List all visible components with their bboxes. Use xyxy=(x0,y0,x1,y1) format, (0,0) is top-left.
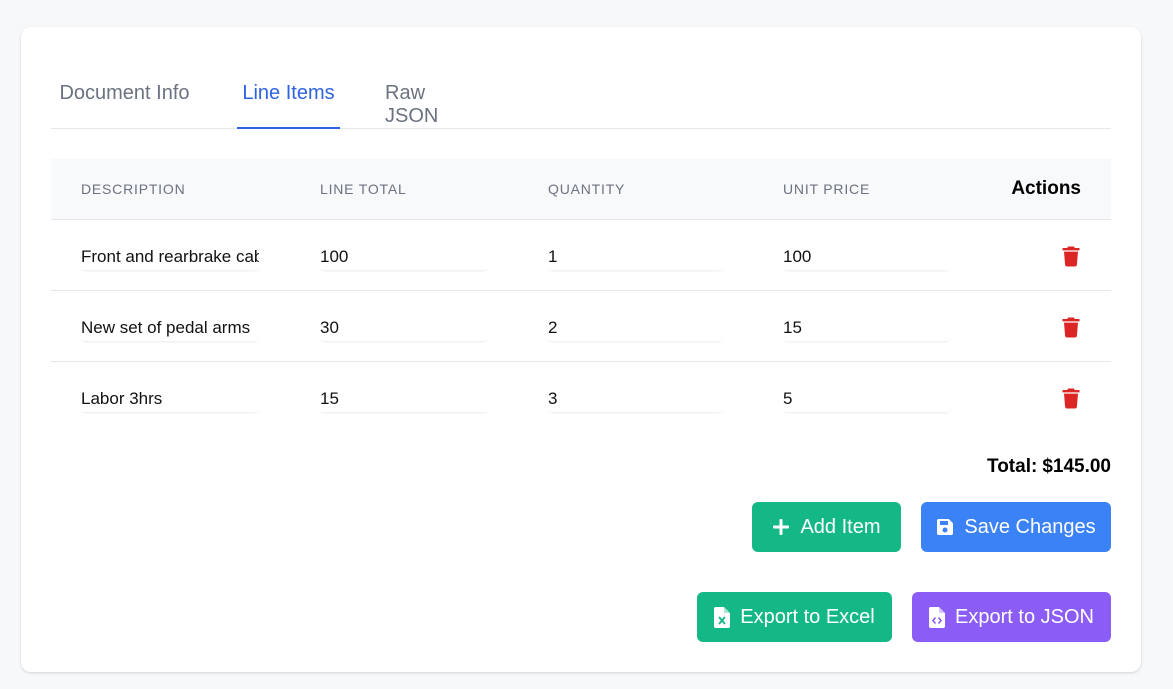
file-excel-icon xyxy=(714,606,731,628)
plus-icon xyxy=(772,518,790,536)
description-input[interactable] xyxy=(81,386,259,412)
tab-document-info[interactable]: Document Info xyxy=(56,73,193,129)
table-header: DESCRIPTION LINE TOTAL QUANTITY UNIT PRI… xyxy=(51,159,1111,220)
header-unit-price: UNIT PRICE xyxy=(783,181,871,197)
tab-bar: Document Info Line Items Raw JSON xyxy=(51,73,1111,129)
total-label: Total: xyxy=(987,456,1038,477)
unit-price-input[interactable] xyxy=(783,386,950,412)
quantity-input[interactable] xyxy=(548,244,723,270)
header-description: DESCRIPTION xyxy=(81,181,186,197)
quantity-input[interactable] xyxy=(548,386,723,412)
line-items-card: Document Info Line Items Raw JSON DESCRI… xyxy=(21,27,1141,672)
line-total-input[interactable] xyxy=(320,386,488,412)
table-row xyxy=(51,291,1111,362)
total-value: $145.00 xyxy=(1042,456,1111,477)
add-item-label: Add Item xyxy=(800,515,881,538)
line-items-table: DESCRIPTION LINE TOTAL QUANTITY UNIT PRI… xyxy=(51,159,1111,433)
trash-icon[interactable] xyxy=(1059,244,1083,268)
quantity-input[interactable] xyxy=(548,315,723,341)
trash-icon[interactable] xyxy=(1059,315,1083,339)
line-total-input[interactable] xyxy=(320,315,488,341)
unit-price-input[interactable] xyxy=(783,244,950,270)
export-json-button[interactable]: Export to JSON xyxy=(912,592,1111,642)
description-input[interactable] xyxy=(81,244,259,270)
header-actions: Actions xyxy=(1011,178,1081,199)
file-code-icon xyxy=(929,606,946,628)
export-json-label: Export to JSON xyxy=(955,605,1094,628)
table-row xyxy=(51,220,1111,291)
save-changes-button[interactable]: Save Changes xyxy=(921,502,1111,552)
tab-raw-json[interactable]: Raw JSON xyxy=(385,73,478,129)
header-line-total: LINE TOTAL xyxy=(320,181,407,197)
header-quantity: QUANTITY xyxy=(548,181,626,197)
description-input[interactable] xyxy=(81,315,259,341)
save-changes-label: Save Changes xyxy=(964,515,1096,538)
unit-price-input[interactable] xyxy=(783,315,950,341)
floppy-disk-icon xyxy=(936,518,954,536)
tab-line-items[interactable]: Line Items xyxy=(237,73,340,129)
trash-icon[interactable] xyxy=(1059,386,1083,410)
export-excel-button[interactable]: Export to Excel xyxy=(697,592,892,642)
add-item-button[interactable]: Add Item xyxy=(752,502,901,552)
table-row xyxy=(51,362,1111,433)
line-total-input[interactable] xyxy=(320,244,488,270)
total-amount: Total: $145.00 xyxy=(987,456,1111,478)
export-excel-label: Export to Excel xyxy=(740,605,875,628)
